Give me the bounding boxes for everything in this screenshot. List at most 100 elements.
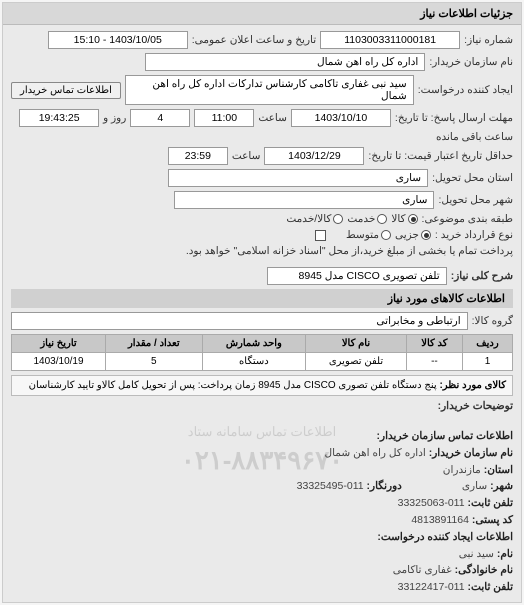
deadline-label: مهلت ارسال پاسخ: تا تاریخ: — [395, 112, 513, 124]
radio-small[interactable]: جزیی — [395, 229, 431, 241]
row-group: گروه کالا: ارتباطی و مخابراتی — [11, 312, 513, 330]
row-requester: ایجاد کننده درخواست: سید نبی غفاری تاکام… — [11, 75, 513, 105]
radio-dot-icon — [381, 230, 391, 240]
requester-value: سید نبی غفاری تاکامی کارشناس تدارکات ادا… — [125, 75, 414, 105]
items-section-title: اطلاعات کالاهای مورد نیاز — [11, 289, 513, 308]
contact-post-value: 4813891164 — [411, 514, 469, 526]
public-datetime-label: تاریخ و ساعت اعلان عمومی: — [192, 34, 316, 46]
row-value-type: نوع قرارداد خرید : جزیی متوسط پرداخت تما… — [11, 229, 513, 257]
treasury-checkbox[interactable] — [315, 230, 326, 241]
public-datetime-value: 1403/10/05 - 15:10 — [48, 31, 188, 49]
contact-post-row: کد پستی: 4813891164 — [11, 512, 513, 529]
contact-province-label: استان: — [484, 464, 513, 476]
panel-title: جزئیات اطلاعات نیاز — [3, 3, 521, 25]
radio-service[interactable]: خدمت — [347, 213, 387, 225]
deadline-date-value: 1403/10/10 — [291, 109, 391, 127]
row-validity: حداقل تاریخ اعتبار قیمت: تا تاریخ: 1403/… — [11, 147, 513, 165]
desc-label: شرح کلی نیاز: — [451, 270, 513, 282]
th-qty: تعداد / مقدار — [106, 335, 203, 353]
province-value: ساری — [168, 169, 428, 187]
requester-family-label: نام خانوادگی: — [455, 564, 513, 576]
item-note-box: کالای مورد نظر: پنج دستگاه تلفن تصوری CI… — [11, 375, 513, 396]
cell-qty: 5 — [106, 353, 203, 371]
group-label: گروه کالا: — [472, 315, 513, 327]
opt-small-label: جزیی — [395, 229, 419, 241]
city-value: ساری — [174, 191, 434, 209]
radio-dot-icon — [421, 230, 431, 240]
days-value: 4 — [130, 109, 190, 127]
province-label: استان محل تحویل: — [432, 172, 513, 184]
row-delivery-city: شهر محل تحویل: ساری — [11, 191, 513, 209]
row-buyer-org: نام سازمان خریدار: اداره کل راه اهن شمال — [11, 53, 513, 71]
buyer-org-label: نام سازمان خریدار: — [429, 56, 513, 68]
contact-section: اطلاعات تماس سامانه ستاد ۰۲۱-۸۸۳۴۹۶۷۰ اط… — [3, 422, 521, 602]
opt-service-label: خدمت — [347, 213, 375, 225]
city-label: شهر محل تحویل: — [438, 194, 513, 206]
contact-tel-label: تلفن ثابت: — [468, 497, 513, 509]
validity-date-value: 1403/12/29 — [264, 147, 364, 165]
contact-tel-row: تلفن ثابت: 011-33325063 — [11, 495, 513, 512]
category-label: طبقه بندی موضوعی: — [422, 213, 513, 225]
radio-goods[interactable]: کالا — [391, 213, 417, 225]
deadline-time-label: ساعت — [258, 112, 287, 124]
th-code: کد کالا — [406, 335, 462, 353]
cell-name: تلفن تصویری — [306, 353, 407, 371]
requester-family-row: نام خانوادگی: غفاری تاکامی — [11, 562, 513, 579]
request-no-value: 1103003311000181 — [320, 31, 460, 49]
cell-index: 1 — [463, 353, 513, 371]
buyer-org-value: اداره کل راه اهن شمال — [145, 53, 425, 71]
requester-tel-label: تلفن ثابت: — [468, 581, 513, 593]
th-name: نام کالا — [306, 335, 407, 353]
th-date: تاریخ نیاز — [12, 335, 106, 353]
requester-tel-row: تلفن ثابت: 011-33122417 — [11, 579, 513, 596]
table-row[interactable]: 1 -- تلفن تصویری دستگاه 5 1403/10/19 — [12, 353, 513, 371]
contact-location: استان: مازندران — [11, 462, 513, 479]
row-delivery-province: استان محل تحویل: ساری — [11, 169, 513, 187]
details-panel: جزئیات اطلاعات نیاز شماره نیاز: 11030033… — [2, 2, 522, 603]
row-buyer-notes: توضیحات خریدار: — [11, 400, 513, 412]
request-no-label: شماره نیاز: — [464, 34, 513, 46]
contact-org-label: نام سازمان خریدار: — [429, 447, 513, 459]
requester-label: ایجاد کننده درخواست: — [418, 84, 513, 96]
contact-section-title: اطلاعات تماس سازمان خریدار: — [377, 430, 513, 442]
opt-medium-label: متوسط — [346, 229, 379, 241]
opt-goods-service-label: کالا/خدمت — [286, 213, 331, 225]
days-label: روز و — [103, 112, 126, 124]
group-value: ارتباطی و مخابراتی — [11, 312, 468, 330]
radio-dot-icon — [333, 214, 343, 224]
value-type-label: نوع قرارداد خرید : — [435, 229, 513, 241]
contact-title: اطلاعات تماس سازمان خریدار: — [11, 428, 513, 445]
row-request-no: شماره نیاز: 1103003311000181 تاریخ و ساع… — [11, 31, 513, 49]
item-note-value: پنج دستگاه تلفن تصوری CISCO مدل 8945 زما… — [29, 380, 437, 391]
panel-body: شماره نیاز: 1103003311000181 تاریخ و ساع… — [3, 25, 521, 422]
contact-org-value: اداره کل راه اهن شمال — [324, 447, 425, 459]
row-desc: شرح کلی نیاز: تلفن تصویری CISCO مدل 8945 — [11, 267, 513, 285]
contact-fax-value: 011-33325495 — [297, 480, 364, 492]
pay-note-label: پرداخت تمام یا بخشی از مبلغ خرید،از محل … — [186, 245, 513, 257]
remaining-time-value: 19:43:25 — [19, 109, 99, 127]
contact-city-row: شهر: ساری دورنگار: 011-33325495 — [11, 478, 513, 495]
row-deadline: مهلت ارسال پاسخ: تا تاریخ: 1403/10/10 سا… — [11, 109, 513, 143]
radio-goods-service[interactable]: کالا/خدمت — [286, 213, 343, 225]
contact-org: نام سازمان خریدار: اداره کل راه اهن شمال — [11, 445, 513, 462]
validity-time-value: 23:59 — [168, 147, 228, 165]
cell-date: 1403/10/19 — [12, 353, 106, 371]
requester-name-label: نام: — [497, 548, 513, 560]
table-header-row: ردیف کد کالا نام کالا واحد شمارش تعداد /… — [12, 335, 513, 353]
radio-medium[interactable]: متوسط — [346, 229, 391, 241]
items-table: ردیف کد کالا نام کالا واحد شمارش تعداد /… — [11, 334, 513, 371]
contact-province-value: مازندران — [443, 464, 481, 476]
row-category: طبقه بندی موضوعی: کالا خدمت کالا/خدمت — [11, 213, 513, 225]
remaining-time-label: ساعت باقی مانده — [436, 131, 513, 143]
validity-label: حداقل تاریخ اعتبار قیمت: تا تاریخ: — [368, 150, 513, 162]
th-index: ردیف — [463, 335, 513, 353]
buyer-notes-label: توضیحات خریدار: — [438, 400, 513, 412]
contact-fax-label: دورنگار: — [367, 480, 402, 492]
requester-family-value: غفاری تاکامی — [393, 564, 452, 576]
requester-section-label: اطلاعات ایجاد کننده درخواست: — [377, 531, 513, 543]
radio-dot-icon — [408, 214, 418, 224]
th-unit: واحد شمارش — [202, 335, 306, 353]
buyer-contact-button[interactable]: اطلاعات تماس خریدار — [11, 82, 121, 99]
requester-tel-value: 011-33122417 — [398, 581, 465, 593]
radio-dot-icon — [377, 214, 387, 224]
